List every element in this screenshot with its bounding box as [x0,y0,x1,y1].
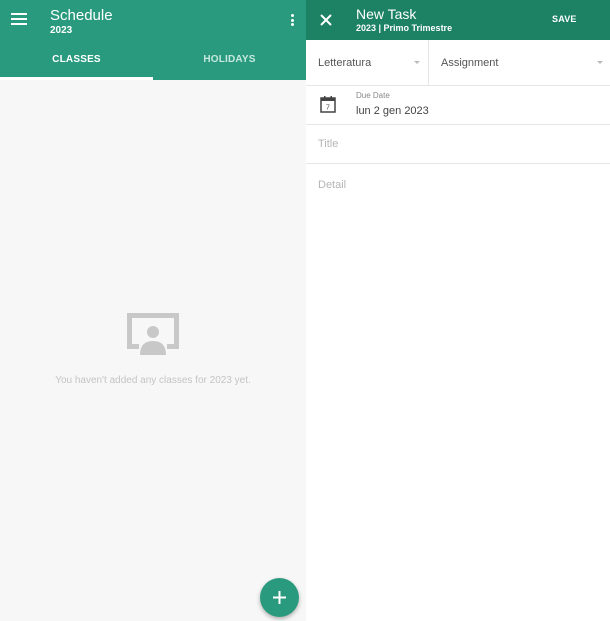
page-subtitle: 2023 [50,25,73,36]
detail-input[interactable] [306,164,610,621]
title-input[interactable] [306,125,610,164]
subject-select-value: Letteratura [318,57,372,69]
task-type-select[interactable]: Assignment [429,40,610,86]
due-date-value: lun 2 gen 2023 [356,105,429,117]
menu-icon[interactable] [11,13,27,27]
classroom-icon [127,313,179,355]
page-title: Schedule [50,7,113,24]
close-icon[interactable] [320,14,332,26]
schedule-screen: Schedule 2023 CLASSES HOLIDAYS You haven… [0,0,306,621]
kebab-icon[interactable] [289,14,295,28]
new-task-subtitle: 2023 | Primo Trimestre [356,23,453,33]
new-task-screen: New Task 2023 | Primo Trimestre SAVE Let… [306,0,610,621]
add-class-button[interactable] [260,578,299,617]
tab-indicator [0,77,153,80]
calendar-icon: 7 [320,96,336,113]
due-date-field[interactable]: 7 Due Date lun 2 gen 2023 [306,86,610,125]
subject-select[interactable]: Letteratura [306,40,429,86]
tab-holidays[interactable]: HOLIDAYS [153,52,306,80]
dropdown-arrow-icon [414,61,420,64]
new-task-app-bar: New Task 2023 | Primo Trimestre SAVE [306,0,610,40]
task-type-select-value: Assignment [441,57,499,69]
empty-state-message: You haven't added any classes for 2023 y… [55,375,251,386]
svg-text:7: 7 [326,105,330,112]
tab-classes[interactable]: CLASSES [0,52,153,80]
schedule-app-bar: Schedule 2023 CLASSES HOLIDAYS [0,0,306,80]
due-date-label: Due Date [356,91,390,100]
save-button[interactable]: SAVE [552,14,577,24]
dropdown-arrow-icon [597,61,603,64]
plus-icon [273,591,286,604]
new-task-title: New Task [356,6,417,22]
